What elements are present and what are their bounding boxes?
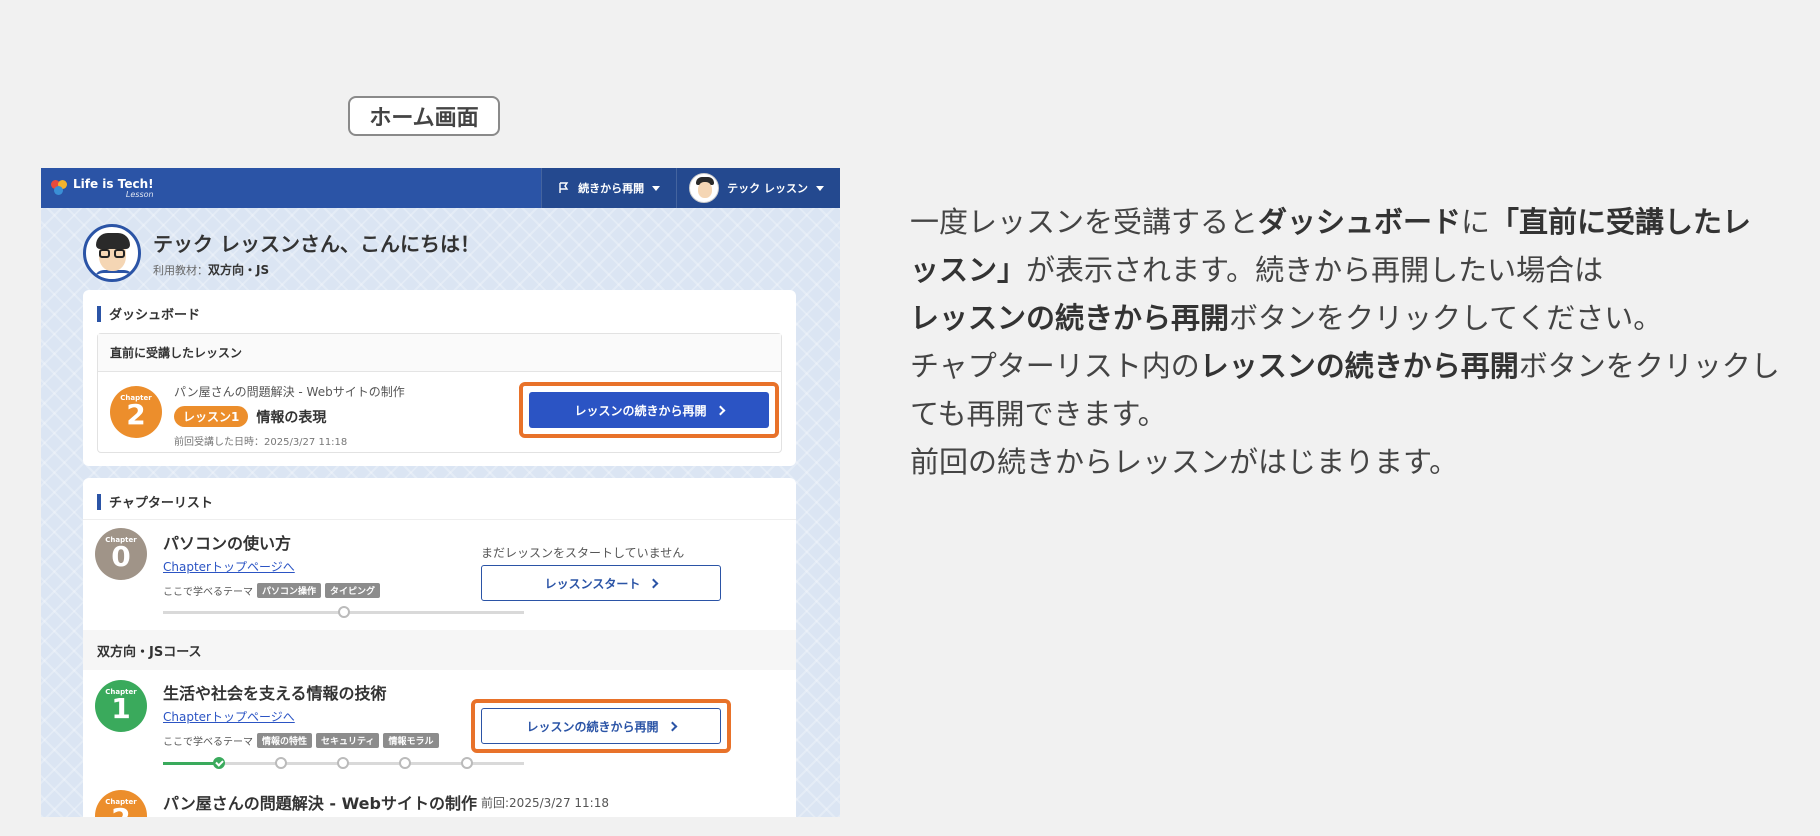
last-date: 前回受講した日時：2025/3/27 11:18 xyxy=(174,437,348,448)
description-paragraph-1: 一度レッスンを受講するとダッシュボードに「直前に受講したレッスン」が表示されます… xyxy=(910,205,1752,287)
lesson-tag: レッスン1 xyxy=(174,406,249,427)
chapter-status: まだレッスンをスタートしていません xyxy=(481,546,685,560)
logo-icon xyxy=(51,180,67,196)
chapter-badge: Chapter 2 xyxy=(95,790,147,817)
chapter-status: 前回:2025/3/27 11:18 xyxy=(481,796,609,810)
chapter-badge: Chapter 2 xyxy=(110,386,162,438)
app-screenshot: Life is Tech! Lesson 続きから再開 テック レッスン テック… xyxy=(41,168,840,817)
resume-lesson-button[interactable]: レッスンの続きから再開 xyxy=(481,708,721,744)
chevron-down-icon xyxy=(652,185,661,191)
chapter-title: パソコンの使い方 xyxy=(163,534,292,553)
user-menu[interactable]: テック レッスン xyxy=(676,168,840,208)
theme-tag: 情報の特性 xyxy=(257,733,313,748)
chapter-badge: Chapter 1 xyxy=(95,680,147,732)
theme-row: ここで学べるテーマ 情報の特性 セキュリティ 情報モラル xyxy=(163,733,439,748)
material-info: 利用教材：双方向・JS xyxy=(153,263,270,277)
chapter-top-link[interactable]: Chapterトップページへ xyxy=(163,708,295,725)
top-bar: Life is Tech! Lesson 続きから再開 テック レッスン xyxy=(41,168,840,208)
theme-tag: 情報モラル xyxy=(383,733,439,748)
chevron-right-icon xyxy=(667,721,677,731)
chapter-row: Chapter 0 パソコンの使い方 Chapterトップページへ ここで学べる… xyxy=(83,520,796,630)
description-paragraph-2: レッスンの続きから再開ボタンをクリックしてください。 xyxy=(910,301,1663,335)
nav-resume-label: 続きから再開 xyxy=(578,182,645,195)
top-nav: 続きから再開 テック レッスン xyxy=(541,168,840,208)
logo[interactable]: Life is Tech! Lesson xyxy=(41,178,154,199)
description: 一度レッスンを受講するとダッシュボードに「直前に受講したレッスン」が表示されます… xyxy=(910,198,1780,486)
avatar xyxy=(83,224,141,282)
chevron-right-icon xyxy=(715,405,725,415)
user-avatar xyxy=(689,173,720,203)
screen-label: ホーム画面 xyxy=(348,96,500,136)
chapter-title: 生活や社会を支える情報の技術 xyxy=(163,684,387,703)
lesson-name: 情報の表現 xyxy=(256,409,327,426)
chapter-progress xyxy=(163,606,524,618)
dashboard-title: ダッシュボード xyxy=(83,290,796,331)
dashboard-card: ダッシュボード 直前に受講したレッスン Chapter 2 パン屋さんの問題解決… xyxy=(83,290,796,466)
flag-icon xyxy=(559,182,569,193)
user-name: テック レッスン xyxy=(727,182,808,195)
resume-lesson-button[interactable]: レッスンの続きから再開 xyxy=(529,392,769,428)
course-heading: 双方向・JSコース xyxy=(83,630,796,670)
chapter-row: Chapter 1 生活や社会を支える情報の技術 Chapterトップページへ … xyxy=(83,670,796,790)
theme-tag: タイピング xyxy=(325,583,381,598)
chapter-list-title: チャプターリスト xyxy=(83,478,796,520)
chevron-down-icon xyxy=(816,185,824,191)
theme-row: ここで学べるテーマ パソコン操作 タイピング xyxy=(163,583,381,598)
description-paragraph-4: 前回の続きからレッスンがはじまります。 xyxy=(910,445,1459,479)
chapter-top-link[interactable]: Chapterトップページへ xyxy=(163,558,295,575)
theme-tag: セキュリティ xyxy=(316,733,380,748)
chapter-progress xyxy=(163,757,524,769)
lesson-start-button[interactable]: レッスンスタート xyxy=(481,565,721,601)
chapter-row: Chapter 2 パン屋さんの問題解決 - Webサイトの制作 前回:2025… xyxy=(83,790,796,817)
greeting: テック レッスンさん、こんにちは！ 利用教材：双方向・JS xyxy=(83,224,480,282)
theme-tag: パソコン操作 xyxy=(257,583,322,598)
chapter-title: パン屋さんの問題解決 - Webサイトの制作 xyxy=(163,794,477,813)
logo-subtext: Lesson xyxy=(125,189,154,199)
recent-lesson-title: 直前に受講したレッスン xyxy=(98,334,781,372)
recent-course-name: パン屋さんの問題解決 - Webサイトの制作 xyxy=(174,385,405,399)
logo-text: Life is Tech! xyxy=(73,176,154,191)
description-paragraph-3: チャプターリスト内のレッスンの続きから再開ボタンをクリックしても再開できます。 xyxy=(910,349,1780,431)
chevron-right-icon xyxy=(648,578,659,588)
nav-resume-button[interactable]: 続きから再開 xyxy=(541,168,677,208)
recent-lesson-panel: 直前に受講したレッスン Chapter 2 パン屋さんの問題解決 - Webサイ… xyxy=(97,333,782,453)
greeting-title: テック レッスンさん、こんにちは！ xyxy=(153,232,480,256)
chapter-list-card: チャプターリスト Chapter 0 パソコンの使い方 Chapterトップペー… xyxy=(83,478,796,817)
chapter-badge: Chapter 0 xyxy=(95,528,147,580)
